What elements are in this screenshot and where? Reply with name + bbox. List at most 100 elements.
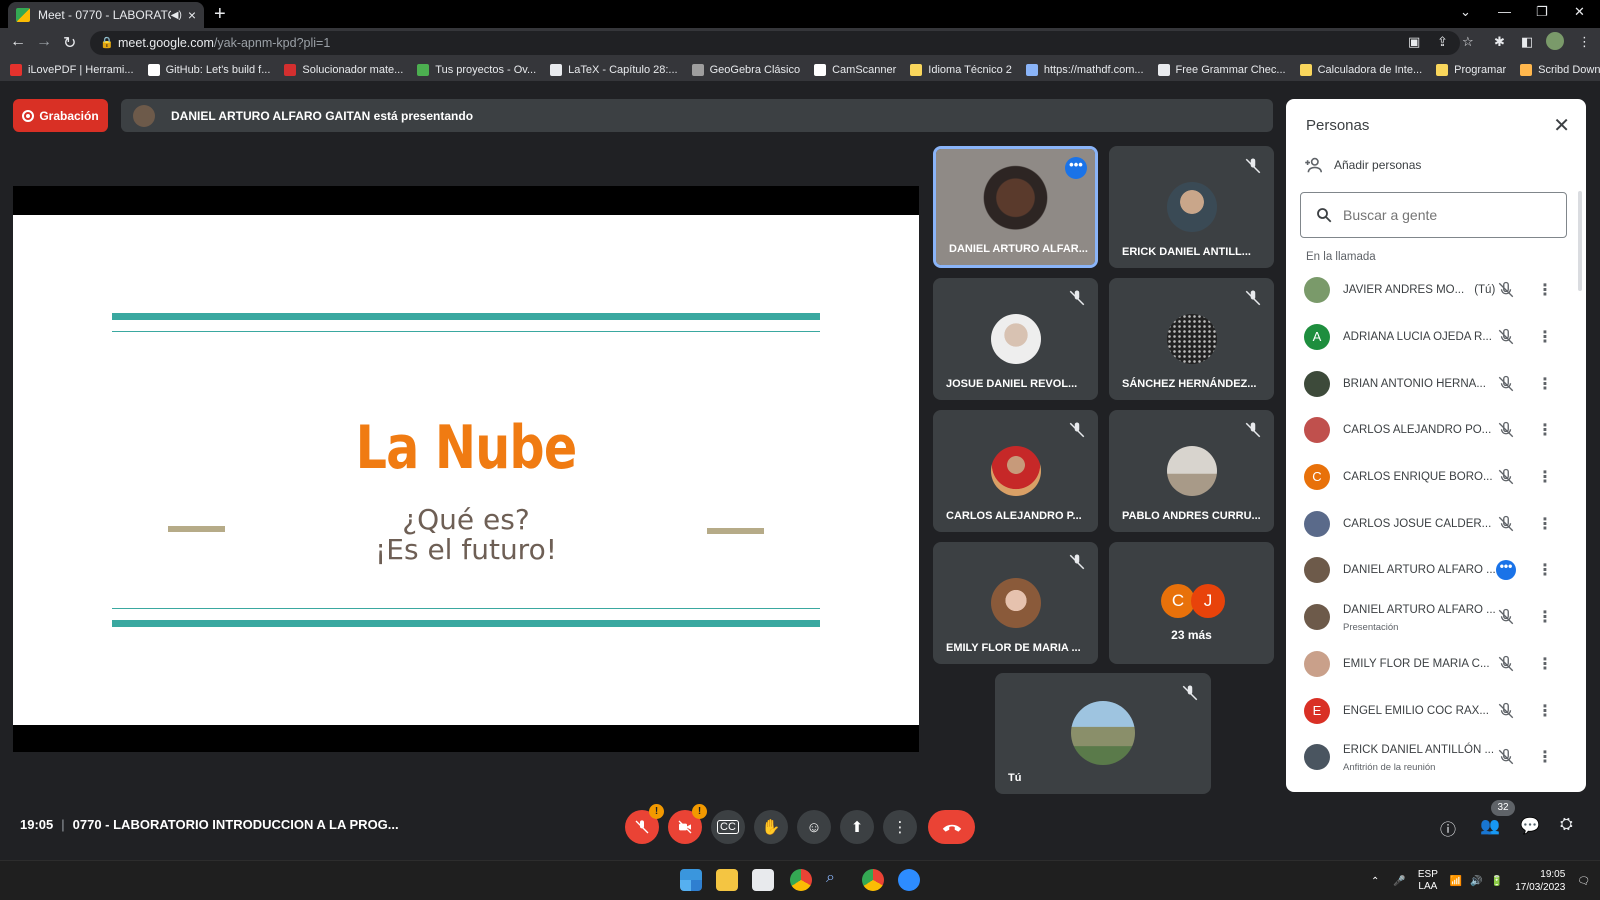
bookmark-item[interactable]: Calculadora de Inte... [1299,63,1422,76]
participant-menu-icon[interactable]: ⋮ [1537,467,1553,487]
restore-button[interactable]: ❐ [1536,4,1548,20]
recording-button[interactable]: Grabación [13,99,108,132]
close-window-button[interactable]: ✕ [1574,4,1585,20]
back-arrow-icon[interactable]: ← [10,33,26,51]
participant-tile-josue[interactable]: JOSUE DANIEL REVOL... [933,278,1098,400]
participant-menu-icon[interactable]: ⋮ [1537,560,1553,580]
bookmark-item[interactable]: GitHub: Let's build f... [147,63,270,76]
participant-menu-icon[interactable]: ⋮ [1537,654,1553,674]
address-bar[interactable]: 🔒 meet.google.com/yak-apnm-kpd?pli=1 [90,31,1460,55]
windows-start-icon[interactable] [680,869,702,891]
search-people-field[interactable] [1300,192,1567,238]
panel-scrollbar[interactable] [1578,191,1582,291]
participant-row[interactable]: C CARLOS ENRIQUE BORO... ⋮ [1286,454,1578,501]
close-tab-icon[interactable]: × [188,7,196,23]
participant-row[interactable]: JAVIER ANDRES MO... (Tú) ⋮ [1286,267,1578,314]
add-people-button[interactable]: Añadir personas [1304,157,1421,173]
participant-row[interactable]: EMILY FLOR DE MARIA C... ⋮ [1286,641,1578,688]
bookmark-item[interactable]: LaTeX - Capítulo 28:... [550,63,678,76]
new-tab-button[interactable]: + [214,3,226,26]
more-options-icon[interactable]: ••• [1065,157,1087,179]
participant-tile-emily[interactable]: EMILY FLOR DE MARIA ... [933,542,1098,664]
battery-icon[interactable]: 🔋 [1491,876,1503,887]
bookmark-item[interactable]: Idioma Técnico 2 [910,63,1012,76]
side-panel-icon[interactable]: ◧ [1521,34,1533,50]
bookmark-item[interactable]: Scribd Downloader,... [1520,63,1600,76]
file-explorer-icon[interactable] [716,869,738,891]
microphone-tray-icon[interactable]: 🎤 [1393,876,1405,887]
bookmark-item[interactable]: Solucionador mate... [284,63,403,76]
chat-icon[interactable]: 💬 [1520,816,1540,836]
clock[interactable]: 19:05 17/03/2023 [1515,868,1565,894]
extensions-puzzle-icon[interactable]: ✱ [1494,34,1505,50]
mic-off-icon[interactable] [1497,655,1515,673]
bookmark-item[interactable]: Tus proyectos - Ov... [417,63,536,76]
chrome-active-icon[interactable] [862,869,884,891]
participant-tile-sanchez[interactable]: SÁNCHEZ HERNÁNDEZ... [1109,278,1274,400]
mic-off-icon[interactable] [1497,328,1515,346]
bookmark-item[interactable]: Programar [1436,63,1506,76]
self-tile[interactable]: Tú [995,673,1211,794]
participant-row[interactable]: CARLOS ALEJANDRO PO... ⋮ [1286,407,1578,454]
mic-off-icon[interactable] [1497,421,1515,439]
leave-call-button[interactable] [928,810,975,844]
mic-off-icon[interactable] [1497,515,1515,533]
language-indicator[interactable]: ESP LAA [1418,869,1438,893]
chevron-up-icon[interactable]: ⌃ [1371,876,1379,887]
mic-off-icon[interactable] [1497,608,1515,626]
participant-row[interactable]: DANIEL ARTURO ALFARO ... Presentación ⋮ [1286,594,1578,641]
share-icon[interactable]: ⇪ [1437,34,1448,50]
profile-avatar[interactable] [1546,32,1564,50]
search-people-input[interactable] [1343,207,1553,223]
captions-button[interactable]: CC [711,810,745,844]
participant-row[interactable]: E ENGEL EMILIO COC RAX... ⋮ [1286,687,1578,734]
mic-off-icon[interactable] [1497,702,1515,720]
mic-toggle-button[interactable]: ! [625,804,664,844]
participant-menu-icon[interactable]: ⋮ [1537,327,1553,347]
search-taskbar-icon[interactable]: ⌕ [826,869,848,891]
reactions-button[interactable]: ☺ [797,810,831,844]
meeting-info-icon[interactable]: ⓘ [1440,816,1456,840]
browser-tab[interactable]: Meet - 0770 - LABORATORIO ◀) × [8,2,204,28]
browser-menu-icon[interactable]: ⋮ [1578,34,1591,50]
cast-blocked-icon[interactable]: ▣ [1408,34,1420,50]
zoom-icon[interactable] [898,869,920,891]
notifications-icon[interactable]: 🗨 [1577,876,1590,887]
bookmark-item[interactable]: GeoGebra Clásico [691,63,800,76]
forward-arrow-icon[interactable]: → [36,33,52,51]
participant-menu-icon[interactable]: ⋮ [1537,514,1553,534]
wifi-icon[interactable]: 📶 [1450,876,1462,887]
participant-tile-pablo[interactable]: PABLO ANDRES CURRU... [1109,410,1274,532]
bookmark-item[interactable]: iLovePDF | Herrami... [10,63,134,76]
participant-row[interactable]: A ADRIANA LUCIA OJEDA R... ⋮ [1286,314,1578,361]
bookmark-item[interactable]: Free Grammar Chec... [1157,63,1286,76]
bookmark-item[interactable]: https://mathdf.com... [1025,63,1144,76]
tab-search-chevron-icon[interactable]: ⌄ [1460,4,1471,20]
participant-menu-icon[interactable]: ⋮ [1537,701,1553,721]
participant-menu-icon[interactable]: ⋮ [1537,280,1553,300]
participant-menu-icon[interactable]: ⋮ [1537,374,1553,394]
participant-tile-carlos[interactable]: CARLOS ALEJANDRO P... [933,410,1098,532]
participant-row[interactable]: BRIAN ANTONIO HERNA... ⋮ [1286,360,1578,407]
participant-tile-daniel[interactable]: ••• DANIEL ARTURO ALFAR... [933,146,1098,268]
participant-row[interactable]: DANIEL ARTURO ALFARO ... ••• ⋮ [1286,547,1578,594]
present-button[interactable]: ⬆ [840,810,874,844]
mic-off-icon[interactable] [1497,375,1515,393]
raise-hand-button[interactable]: ✋ [754,810,788,844]
participant-row[interactable]: ERICK DANIEL ANTILLÓN ... Anfitrión de la… [1286,734,1578,781]
volume-icon[interactable]: 🔊 [1470,876,1482,887]
participant-menu-icon[interactable]: ⋮ [1537,420,1553,440]
chrome-icon[interactable] [790,869,812,891]
presentation-slide[interactable]: La Nube ¿Qué es? ¡Es el futuro! [13,215,919,725]
participant-tile-erick[interactable]: ERICK DANIEL ANTILL... [1109,146,1274,268]
more-options-button[interactable]: ⋮ [883,810,917,844]
participant-row[interactable]: CARLOS JOSUE CALDER... ⋮ [1286,500,1578,547]
participant-menu-icon[interactable]: ⋮ [1537,607,1553,627]
more-participants-tile[interactable]: C J 23 más [1109,542,1274,664]
speaker-icon[interactable]: ◀) [171,10,182,21]
reload-icon[interactable]: ↻ [63,33,76,53]
mic-off-icon[interactable] [1497,281,1515,299]
store-icon[interactable] [752,869,774,891]
participant-menu-icon[interactable]: ⋮ [1537,747,1553,767]
camera-toggle-button[interactable]: ! [668,804,707,844]
